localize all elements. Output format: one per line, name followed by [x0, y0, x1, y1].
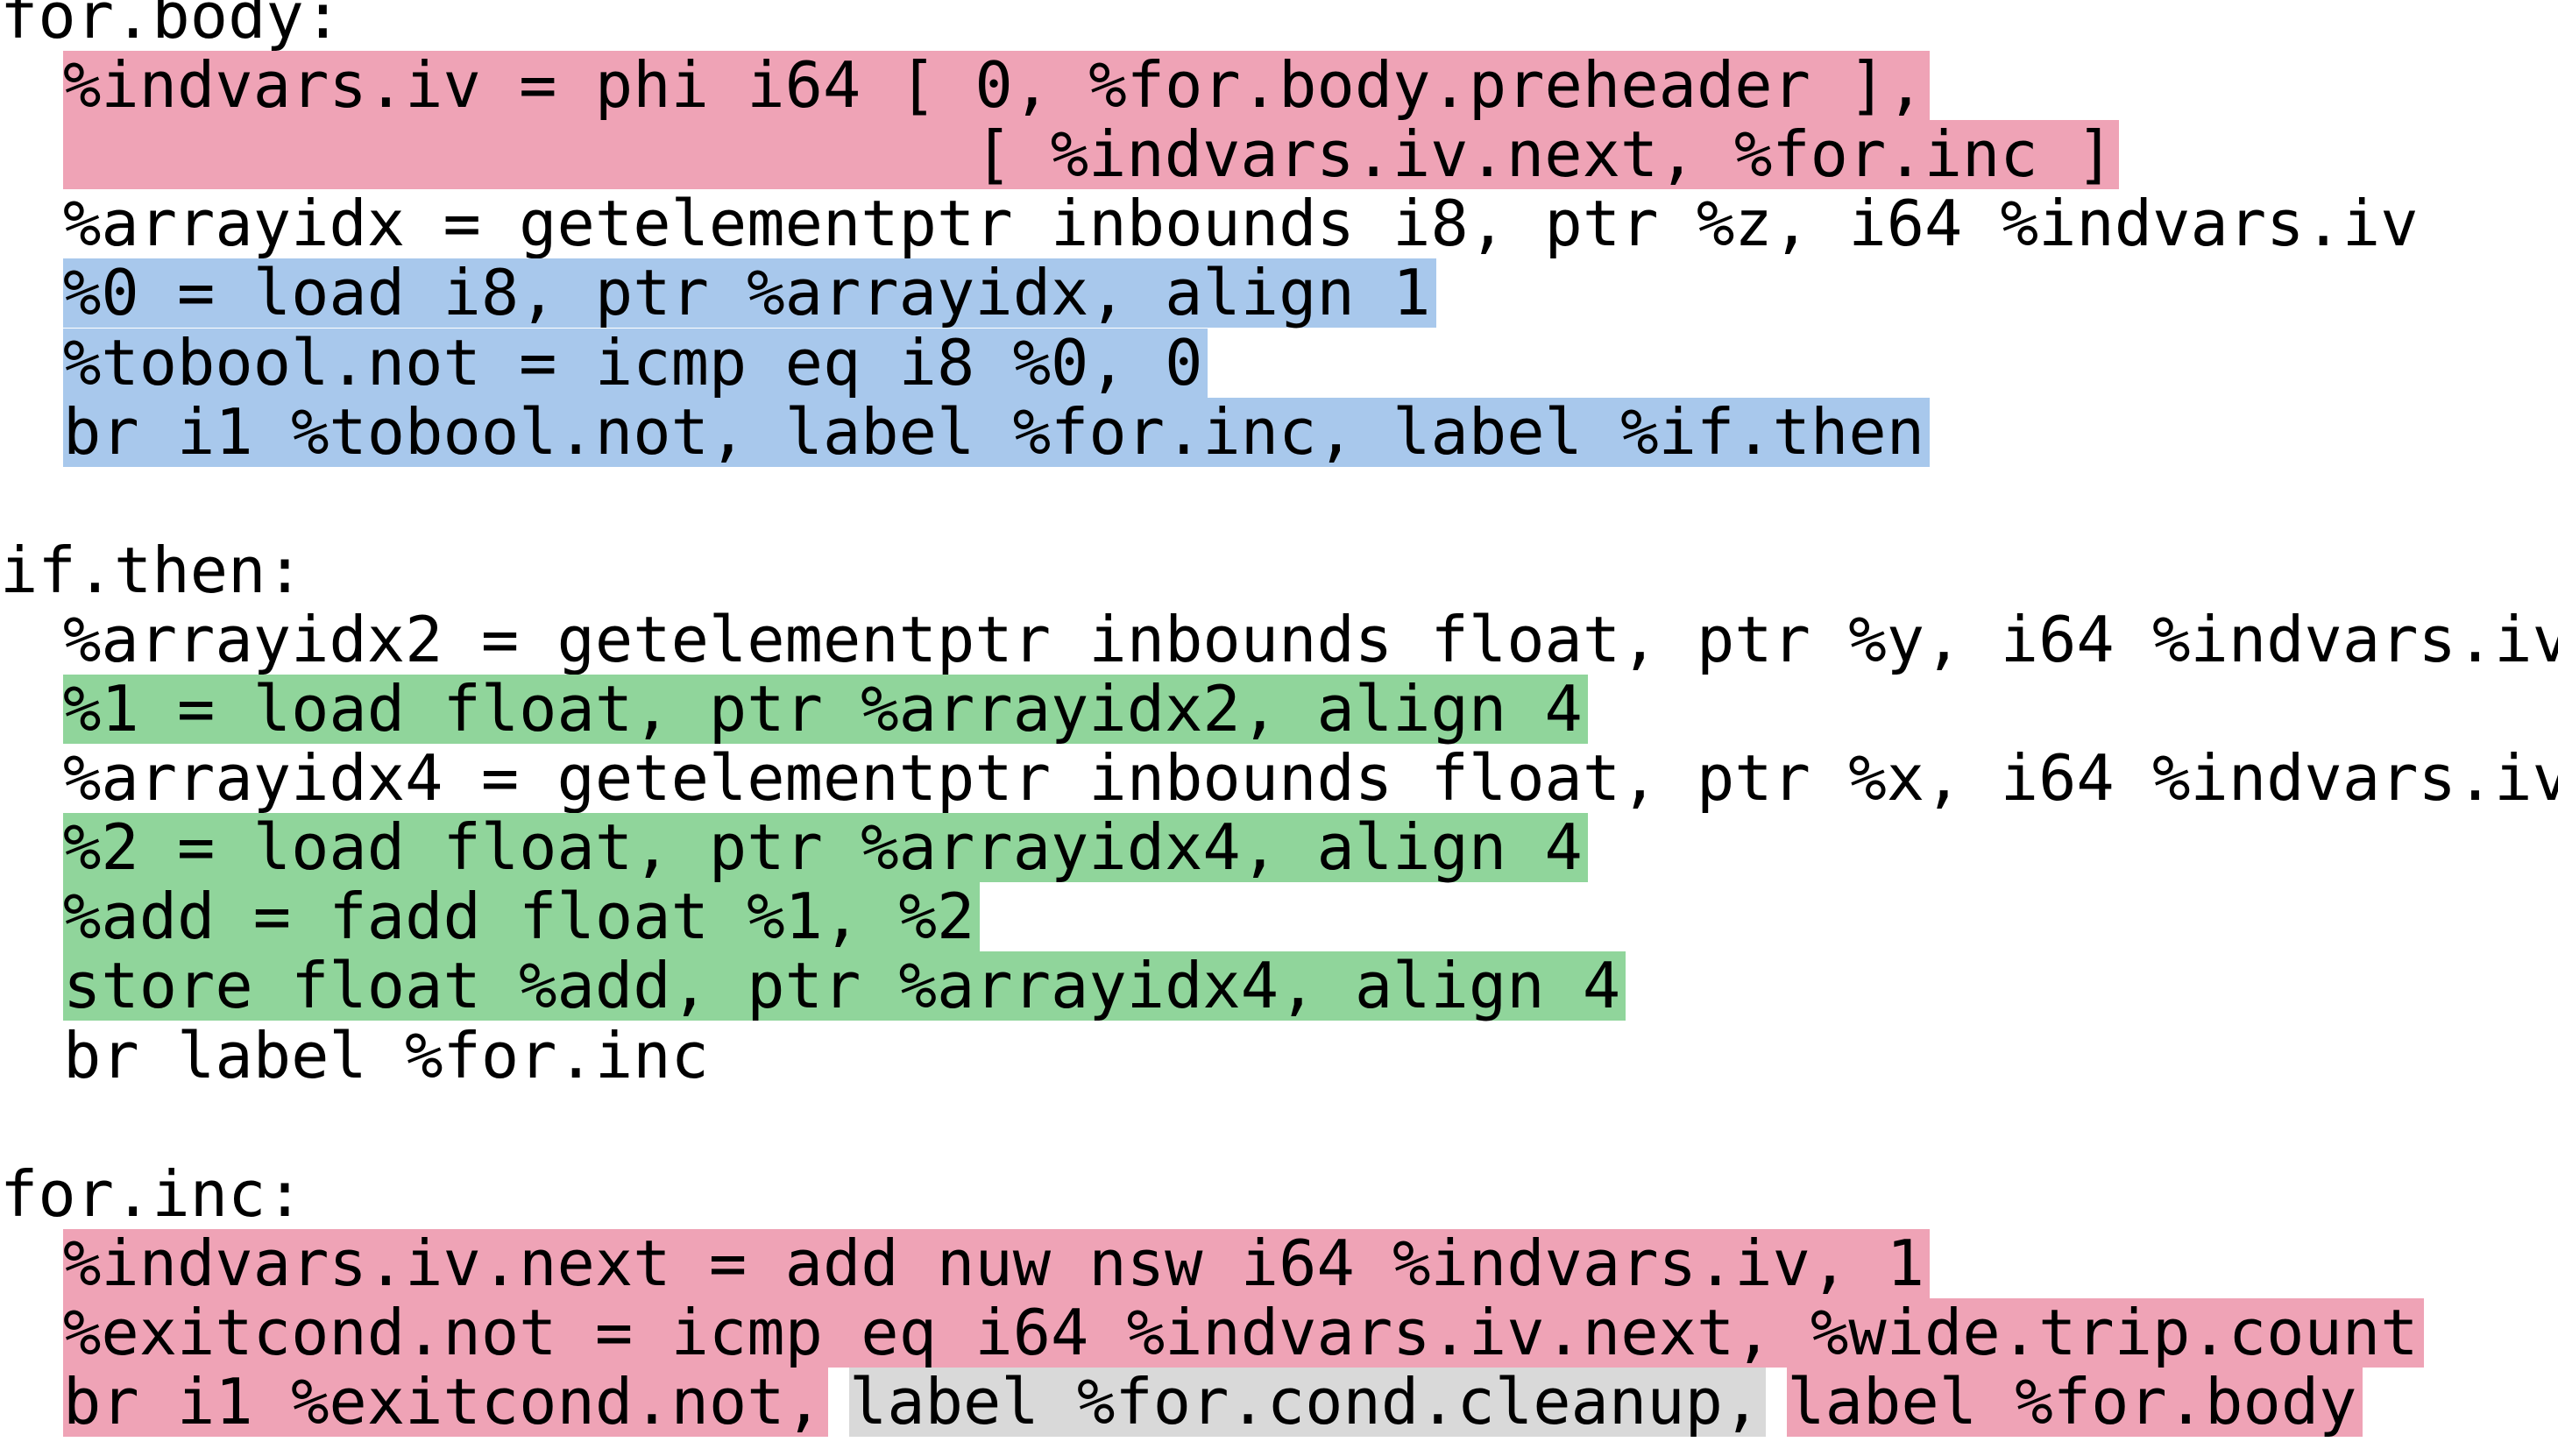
- highlighted-code-condition: %0 = load i8, ptr %arrayidx, align 1: [63, 258, 1436, 329]
- highlighted-code-induction: [ %indvars.iv.next, %for.inc ]: [974, 120, 2120, 190]
- code-line: %indvars.iv.next = add nuw nsw i64 %indv…: [0, 1228, 1931, 1298]
- code-line: %0 = load i8, ptr %arrayidx, align 1: [0, 258, 1436, 329]
- highlighted-code-induction: label %for.body: [1787, 1368, 2363, 1437]
- code-line: store float %add, ptr %arrayidx4, align …: [0, 951, 1626, 1021]
- highlighted-code-condition: %tobool.not = icmp eq i8 %0, 0: [63, 328, 1208, 398]
- highlighted-code-exit: label %for.cond.cleanup,: [848, 1368, 1767, 1437]
- code-line: %2 = load float, ptr %arrayidx4, align 4: [0, 813, 1588, 883]
- code-line: [0, 467, 5, 536]
- code-text: for.body:: [0, 0, 343, 53]
- code-line: [ %indvars.iv.next, %for.inc ]: [0, 120, 2120, 190]
- code-line: %exitcond.not = icmp eq i64 %indvars.iv.…: [0, 1297, 2424, 1368]
- code-line: br label %for.inc: [0, 1021, 714, 1091]
- code-line: %indvars.iv = phi i64 [ 0, %for.body.pre…: [0, 51, 1931, 121]
- highlighted-code-induction: %exitcond.not = icmp eq i64 %indvars.iv.…: [63, 1297, 2424, 1368]
- code-line: [0, 1091, 5, 1160]
- code-text: %arrayidx2 = getelementptr inbounds floa…: [63, 602, 2558, 676]
- code-line: %arrayidx = getelementptr inbounds i8, p…: [0, 189, 2424, 258]
- highlighted-code-compute: store float %add, ptr %arrayidx4, align …: [63, 951, 1626, 1021]
- highlighted-code-condition: br i1 %tobool.not, label %for.inc, label…: [63, 397, 1931, 467]
- code-line: %add = fadd float %1, %2: [0, 882, 981, 952]
- highlighted-code-compute: %1 = load float, ptr %arrayidx2, align 4: [63, 675, 1588, 744]
- code-line: %arrayidx4 = getelementptr inbounds floa…: [0, 744, 2558, 813]
- highlighted-code-compute: %add = fadd float %1, %2: [63, 882, 981, 952]
- code-text: if.then:: [0, 533, 304, 607]
- code-line: if.then:: [0, 533, 309, 607]
- segment-gap: [1766, 1368, 1787, 1437]
- highlighted-code-compute: %2 = load float, ptr %arrayidx4, align 4: [63, 813, 1588, 883]
- code-line: br i1 %tobool.not, label %for.inc, label…: [0, 397, 1931, 467]
- llvm-ir-listing: { "colors": { "induction": "#efa3b6", "c…: [0, 0, 2558, 1456]
- code-line: %1 = load float, ptr %arrayidx2, align 4: [0, 675, 1588, 744]
- code-line: for.body:: [0, 0, 347, 51]
- highlighted-code-induction: br i1 %exitcond.not,: [63, 1368, 828, 1437]
- highlighted-code-induction: %indvars.iv = phi i64 [ 0, %for.body.pre…: [63, 51, 1931, 121]
- code-text: %arrayidx4 = getelementptr inbounds floa…: [63, 741, 2558, 816]
- code-line: for.inc:: [0, 1156, 309, 1231]
- continuation-spacer: [63, 120, 974, 190]
- code-text: for.inc:: [0, 1156, 304, 1231]
- code-text: %arrayidx = getelementptr inbounds i8, p…: [63, 187, 2419, 261]
- code-line: br i1 %exitcond.not, label %for.cond.clea…: [0, 1368, 2363, 1437]
- code-text: br label %for.inc: [63, 1018, 709, 1092]
- code-line: %arrayidx2 = getelementptr inbounds floa…: [0, 602, 2558, 676]
- segment-gap: [828, 1368, 849, 1437]
- code-line: %tobool.not = icmp eq i8 %0, 0: [0, 328, 1208, 398]
- highlighted-code-induction: %indvars.iv.next = add nuw nsw i64 %indv…: [63, 1228, 1931, 1298]
